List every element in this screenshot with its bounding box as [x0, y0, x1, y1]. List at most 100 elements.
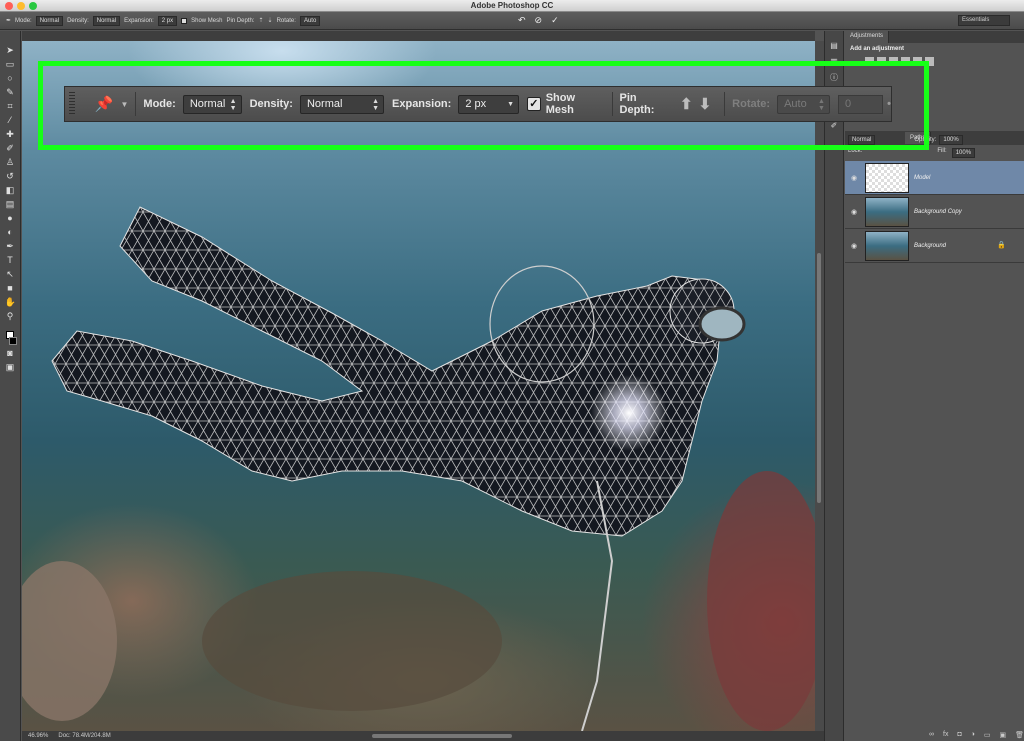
- type-tool-icon[interactable]: T: [5, 255, 16, 266]
- pin-forward-icon[interactable]: ⇡: [259, 17, 264, 24]
- show-mesh-checkbox[interactable]: ✓: [527, 97, 541, 111]
- opacity-label: Opacity:: [914, 137, 937, 143]
- expansion-value: 2 px: [465, 98, 487, 110]
- show-mesh-checkbox-small[interactable]: [181, 17, 188, 24]
- crop-tool-icon[interactable]: ⌗: [5, 101, 16, 112]
- canvas-vertical-scrollbar[interactable]: [815, 41, 824, 731]
- opacity-field[interactable]: 100%: [939, 135, 963, 145]
- expansion-field-small[interactable]: 2 px: [157, 15, 178, 26]
- hue-saturation-adjustment-icon[interactable]: [925, 57, 934, 66]
- document-canvas[interactable]: [22, 41, 815, 731]
- blur-tool-icon[interactable]: ●: [5, 213, 16, 224]
- visibility-eye-icon[interactable]: ◉: [845, 242, 863, 250]
- right-panels: Adjustments Add an adjustment Paths Norm…: [845, 31, 1024, 741]
- visibility-eye-icon[interactable]: ◉: [845, 208, 863, 216]
- canvas-horizontal-scrollbar[interactable]: [372, 734, 512, 738]
- brush-tool-icon[interactable]: ✐: [5, 143, 16, 154]
- new-adjustment-layer-icon[interactable]: ◑: [971, 731, 975, 739]
- marquee-tool-icon[interactable]: ▭: [5, 59, 16, 70]
- divider: [135, 92, 137, 116]
- document-tab-strip: [22, 31, 815, 41]
- undo-icon[interactable]: ↶: [518, 15, 526, 26]
- tab-adjustments[interactable]: Adjustments: [845, 31, 890, 43]
- mode-select[interactable]: Normal ▲ ▼: [182, 94, 242, 114]
- mode-select-small[interactable]: Normal: [35, 15, 64, 26]
- path-select-tool-icon[interactable]: ↖: [5, 269, 16, 280]
- history-panel-icon[interactable]: ▤: [830, 41, 839, 50]
- screen-mode-icon[interactable]: ▣: [5, 362, 16, 373]
- window-title: Adobe Photoshop CC: [470, 1, 554, 10]
- history-brush-tool-icon[interactable]: ↺: [5, 171, 16, 182]
- layers-list: ◉ Model ◉ Background Copy ◉ Background 🔒: [845, 161, 1024, 263]
- layer-name: Model: [914, 174, 931, 181]
- layer-row-background-copy[interactable]: ◉ Background Copy: [845, 195, 1024, 229]
- cancel-icon[interactable]: ⊘: [535, 15, 543, 26]
- layer-style-icon[interactable]: fx: [943, 731, 948, 739]
- pushpin-icon[interactable]: ✒: [6, 17, 11, 24]
- quick-select-tool-icon[interactable]: ✎: [5, 87, 16, 98]
- toolbar-grip[interactable]: [69, 92, 75, 116]
- brightness-adjustment-icon[interactable]: [865, 57, 874, 66]
- layer-lock-row: Lock: Fill: 100%: [848, 148, 976, 158]
- quick-mask-icon[interactable]: ◙: [5, 348, 16, 359]
- levels-adjustment-icon[interactable]: [877, 57, 886, 66]
- checkmark-icon[interactable]: ✓: [551, 15, 559, 26]
- stamp-tool-icon[interactable]: ♙: [5, 157, 16, 168]
- add-mask-icon[interactable]: ◘: [957, 731, 961, 739]
- pin-backward-icon[interactable]: ⬇: [699, 95, 712, 113]
- chevron-down-icon: ▼: [120, 99, 129, 109]
- rotate-angle-field[interactable]: 0: [837, 94, 884, 114]
- background-color-swatch[interactable]: [9, 337, 17, 345]
- eyedropper-tool-icon[interactable]: ⁄: [5, 115, 16, 126]
- coral-left: [22, 561, 117, 721]
- density-label: Density:: [249, 98, 293, 110]
- fill-field[interactable]: 100%: [951, 148, 976, 158]
- layer-thumbnail: [865, 162, 909, 193]
- gradient-tool-icon[interactable]: ▤: [5, 199, 16, 210]
- brush-panel-icon[interactable]: ✐: [830, 121, 839, 130]
- layers-footer: ∞ fx ◘ ◑ ▭ ▣ 🗑: [929, 731, 1024, 739]
- zoom-tool-icon[interactable]: ⚲: [5, 311, 16, 322]
- rotate-select[interactable]: Auto ▲ ▼: [777, 94, 830, 114]
- mode-value: Normal: [189, 98, 226, 110]
- delete-layer-icon[interactable]: 🗑: [1015, 731, 1024, 739]
- info-panel-icon[interactable]: ⓘ: [830, 73, 839, 82]
- coral-center: [202, 571, 502, 711]
- pin-forward-icon[interactable]: ⬆: [680, 95, 693, 113]
- exposure-adjustment-icon[interactable]: [901, 57, 910, 66]
- pin-backward-icon[interactable]: ⇣: [268, 17, 273, 24]
- eraser-tool-icon[interactable]: ◧: [5, 185, 16, 196]
- workspace-switcher[interactable]: Essentials: [958, 15, 1010, 26]
- tool-preset-picker[interactable]: 📌 ▼: [95, 95, 129, 113]
- visibility-eye-icon[interactable]: ◉: [845, 174, 863, 182]
- new-group-icon[interactable]: ▭: [984, 731, 991, 739]
- link-layers-icon[interactable]: ∞: [929, 731, 934, 739]
- add-adjustment-title: Add an adjustment: [850, 46, 905, 52]
- pen-tool-icon[interactable]: ✒: [5, 241, 16, 252]
- scrollbar-thumb[interactable]: [817, 253, 821, 503]
- updown-arrows-icon: ▲ ▼: [818, 97, 825, 112]
- doc-size-info[interactable]: Doc: 78.4M/204.8M: [58, 733, 110, 739]
- layer-row-model[interactable]: ◉ Model: [845, 161, 1024, 195]
- move-tool-icon[interactable]: ➤: [5, 45, 16, 56]
- expansion-field[interactable]: 2 px ▼: [458, 94, 520, 114]
- transform-actions: ↶ ⊘ ✓: [518, 15, 559, 26]
- density-select[interactable]: Normal ▲ ▼: [299, 94, 385, 114]
- healing-tool-icon[interactable]: ✚: [5, 129, 16, 140]
- show-mesh-label[interactable]: Show Mesh: [546, 92, 605, 116]
- properties-panel-icon[interactable]: ▥: [830, 57, 839, 66]
- hand-tool-icon[interactable]: ✋: [5, 297, 16, 308]
- density-select-small[interactable]: Normal: [92, 15, 121, 26]
- blend-mode-select[interactable]: Normal: [848, 135, 876, 145]
- lasso-tool-icon[interactable]: ○: [5, 73, 16, 84]
- layer-row-background[interactable]: ◉ Background 🔒: [845, 229, 1024, 263]
- vibrance-adjustment-icon[interactable]: [913, 57, 922, 66]
- dodge-tool-icon[interactable]: ◐: [5, 227, 16, 238]
- new-layer-icon[interactable]: ▣: [1000, 731, 1007, 739]
- zoom-level[interactable]: 46.96%: [28, 733, 48, 739]
- rotate-select-small[interactable]: Auto: [299, 15, 321, 26]
- curves-adjustment-icon[interactable]: [889, 57, 898, 66]
- layer-blend-row: Normal Opacity: 100%: [848, 135, 963, 145]
- diver-mesh-overlay: [22, 206, 815, 731]
- shape-tool-icon[interactable]: ■: [5, 283, 16, 294]
